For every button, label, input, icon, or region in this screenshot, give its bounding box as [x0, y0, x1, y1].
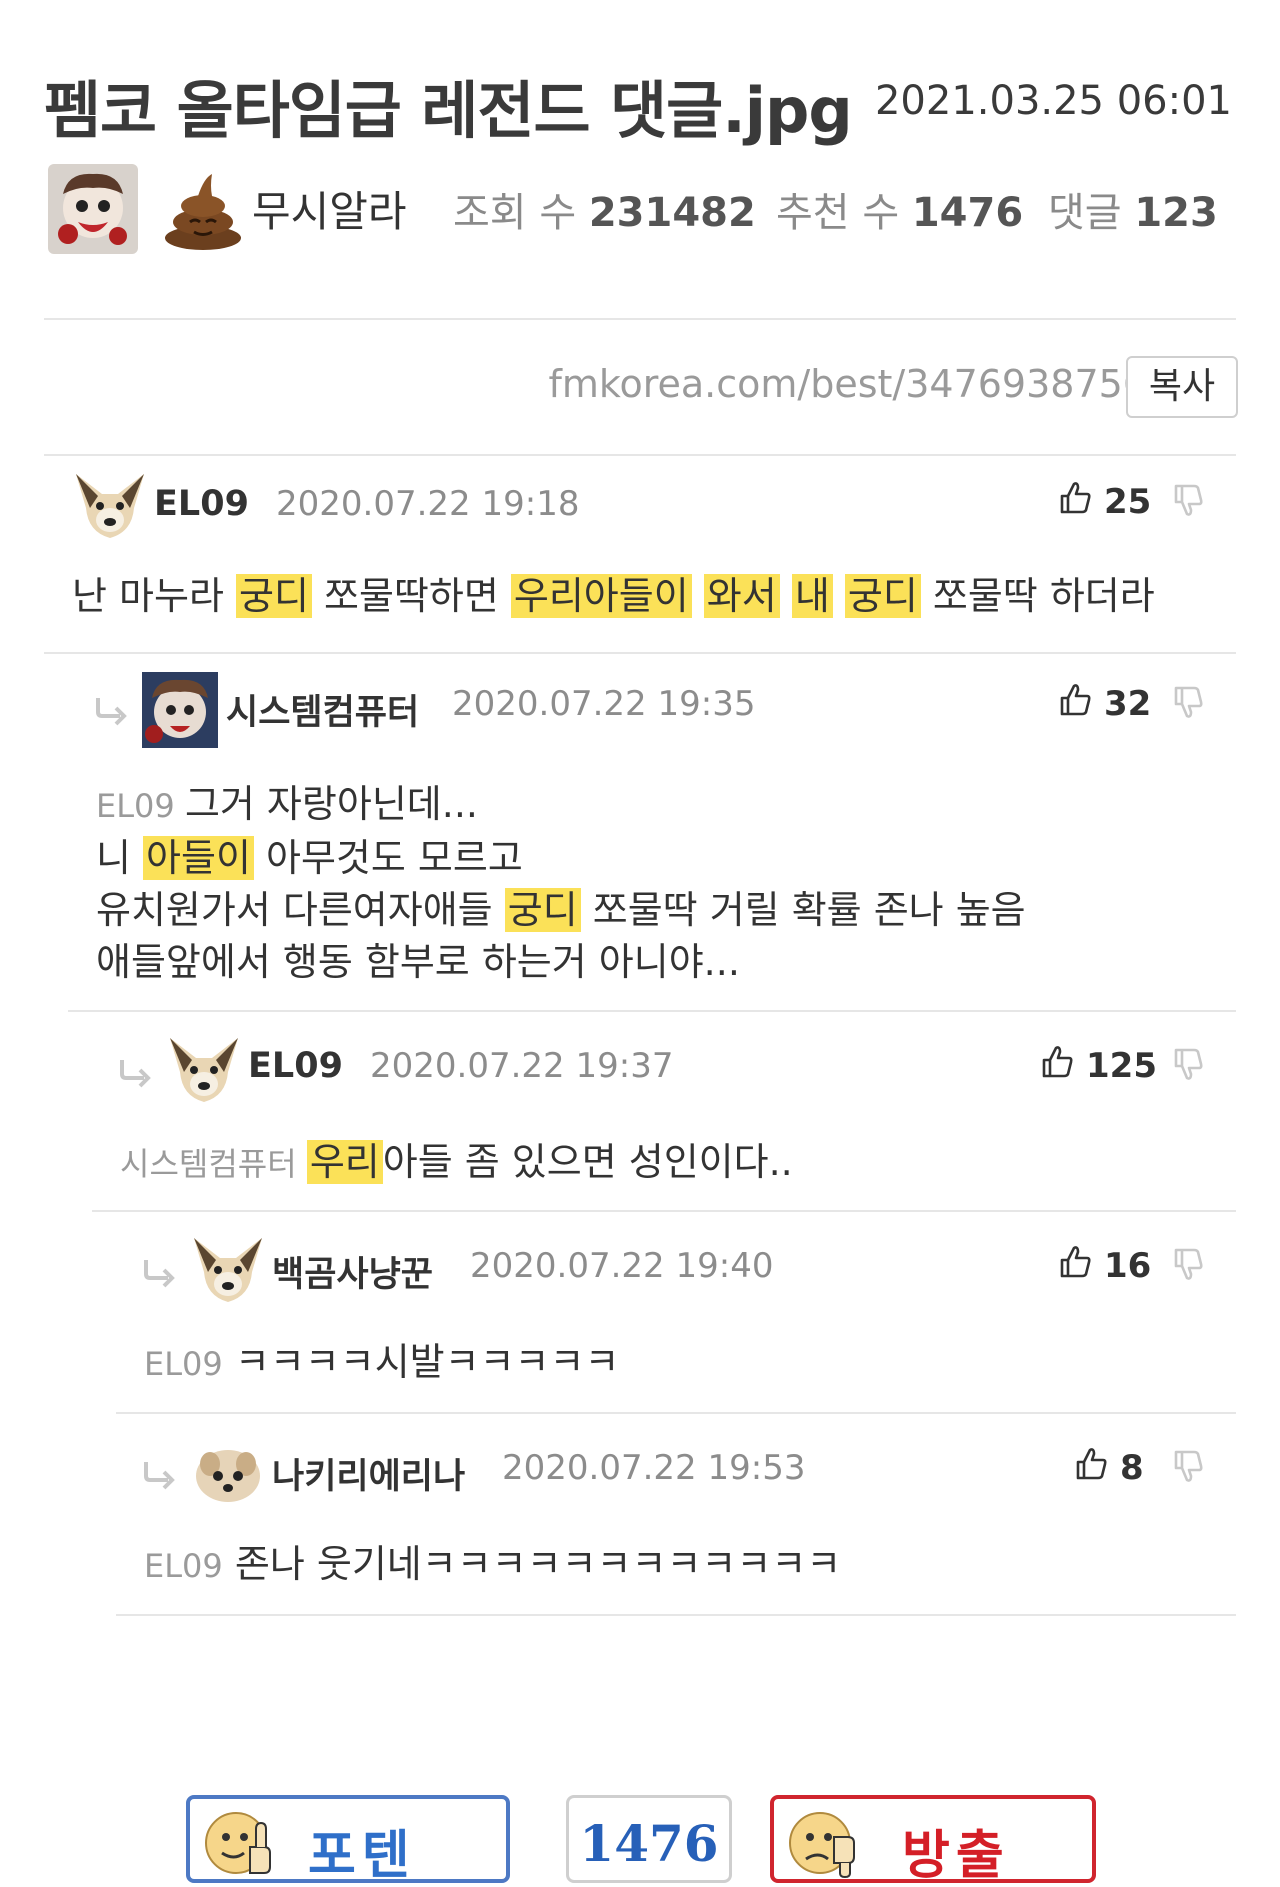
reply-arrow-icon [144, 1260, 175, 1288]
mention[interactable]: EL09 [96, 787, 185, 825]
thumb-down-icon[interactable] [1172, 1246, 1204, 1282]
upvote-poten-button[interactable]: 포텐 [186, 1795, 510, 1886]
comment-text: 난 마누라 궁디 쪼물딱하면 우리아들이 와서 내 궁디 쪼물딱 하더라 [72, 570, 1155, 622]
avatar[interactable] [190, 1434, 266, 1510]
comment-date: 2020.07.22 19:40 [470, 1246, 774, 1286]
post-url[interactable]: fmkorea.com/best/3476938756 [548, 362, 1147, 406]
recommend-count: 추천 수 1476 [776, 190, 1024, 236]
comment-reply: 백곰사냥꾼 2020.07.22 19:40 16 EL09 ㅋㅋㅋㅋ시발ㅋㅋㅋ… [0, 1212, 1280, 1412]
comment-text: EL09 존나 웃기네ㅋㅋㅋㅋㅋㅋㅋㅋㅋㅋㅋㅋ [144, 1542, 842, 1586]
thumb-up-icon[interactable] [1074, 1446, 1108, 1482]
comment-date: 2020.07.22 19:35 [452, 684, 756, 724]
divider [44, 318, 1236, 320]
like-count: 25 [1104, 482, 1152, 522]
highlighted-keyword: 와서 [703, 574, 780, 618]
thumb-down-icon[interactable] [1172, 1448, 1204, 1484]
comment-reply: EL09 2020.07.22 19:37 125 시스템컴퓨터 우리아들 좀 … [0, 1012, 1280, 1210]
hand-thumb-face-icon [789, 1812, 855, 1879]
text-fragment: 그거 자랑아닌데... [184, 782, 478, 826]
highlighted-keyword: 우리 [306, 1140, 383, 1184]
text-fragment: 아무것도 모르고 [253, 836, 523, 880]
thumb-up-icon[interactable] [1058, 480, 1092, 516]
comment-date: 2020.07.22 19:37 [370, 1046, 674, 1086]
divider [116, 1614, 1236, 1616]
highlighted-keyword: 궁디 [844, 574, 921, 618]
comment-author[interactable]: 시스템컴퓨터 [226, 684, 419, 735]
text-fragment [692, 574, 704, 618]
highlighted-keyword: 내 [791, 574, 833, 618]
post-meta: 무시알라 조회 수 231482 추천 수 1476 댓글 123 [48, 160, 1238, 254]
highlighted-keyword: 우리아들이 [510, 574, 692, 618]
thumb-down-icon[interactable] [1172, 1046, 1204, 1082]
comment: EL09 2020.07.22 19:18 25 난 마누라 궁디 쪼물딱하면 … [0, 456, 1280, 652]
comment-count: 댓글 123 [1048, 190, 1218, 236]
author-avatar[interactable] [48, 164, 138, 254]
comment-text: EL09 ㅋㅋㅋㅋ시발ㅋㅋㅋㅋㅋ [144, 1340, 620, 1384]
copy-url-button[interactable]: 복사 [1126, 356, 1238, 418]
author-name[interactable]: 무시알라 [252, 178, 407, 239]
thumb-up-icon[interactable] [1040, 1044, 1074, 1080]
highlighted-keyword: 아들이 [143, 836, 254, 880]
comment-author[interactable]: 나키리에리나 [272, 1448, 465, 1499]
bang-label: 방출 [902, 1826, 1010, 1886]
comment-text: 시스템컴퓨터 우리아들 좀 있으면 성인이다.. [120, 1136, 793, 1190]
text-fragment: 아들 좀 있으면 성인이다.. [382, 1140, 793, 1184]
text-fragment [780, 574, 792, 618]
poten-label: 포텐 [308, 1826, 416, 1886]
text-fragment: 유치원가서 다른여자애들 [96, 888, 505, 932]
like-count: 8 [1120, 1448, 1144, 1488]
comment-author[interactable]: EL09 [248, 1046, 343, 1086]
text-fragment: 니 [96, 836, 144, 880]
vote-count-box: 1476 [566, 1795, 732, 1883]
view-count: 조회 수 231482 [453, 190, 756, 236]
comment-text: EL09 그거 자랑아닌데... 니 아들이 아무것도 모르고 유치원가서 다른여자… [96, 778, 1026, 988]
comment-reply: 시스템컴퓨터 2020.07.22 19:35 32 EL09 그거 자랑아닌데… [0, 654, 1280, 1010]
vote-count: 1476 [579, 1814, 719, 1873]
like-count: 125 [1086, 1046, 1157, 1086]
comment-date: 2020.07.22 19:18 [276, 484, 580, 524]
thumb-down-icon[interactable] [1172, 684, 1204, 720]
text-fragment: 애들앞에서 행동 함부로 하는거 아니야... [96, 940, 740, 984]
text-fragment: 난 마누라 [72, 574, 236, 618]
comment-line: 애들앞에서 행동 함부로 하는거 아니야... [96, 936, 1026, 988]
poo-icon [160, 166, 246, 252]
comment-line: EL09 그거 자랑아닌데... [96, 778, 1026, 832]
text-fragment: 쪼물딱 거릴 확률 존나 높음 [580, 888, 1026, 932]
avatar[interactable] [72, 468, 148, 544]
comment-line: 니 아들이 아무것도 모르고 [96, 832, 1026, 884]
highlighted-keyword: 궁디 [236, 574, 312, 618]
downvote-bang-button[interactable]: 방출 [770, 1795, 1096, 1886]
thumb-up-icon[interactable] [1058, 1244, 1092, 1280]
mention[interactable]: 시스템컴퓨터 [120, 1145, 307, 1183]
hand-thumb-face-icon [205, 1812, 271, 1874]
text-fragment [833, 574, 845, 618]
text-fragment: 쪼물딱 하더라 [920, 574, 1155, 618]
comment-author[interactable]: 백곰사냥꾼 [272, 1246, 433, 1297]
avatar[interactable] [166, 1032, 242, 1108]
comment-line: 유치원가서 다른여자애들 궁디 쪼물딱 거릴 확률 존나 높음 [96, 884, 1026, 936]
highlighted-keyword: 궁디 [504, 888, 581, 932]
post-title: 펨코 올타임급 레전드 댓글.jpg [44, 74, 853, 147]
thumb-up-icon[interactable] [1058, 682, 1092, 718]
comment-reply: 나키리에리나 2020.07.22 19:53 8 EL09 존나 웃기네ㅋㅋㅋ… [0, 1414, 1280, 1614]
comment-author[interactable]: EL09 [154, 484, 249, 524]
post-date: 2021.03.25 06:01 [874, 78, 1232, 124]
comment-date: 2020.07.22 19:53 [502, 1448, 806, 1488]
like-count: 16 [1104, 1246, 1152, 1286]
reply-arrow-icon [144, 1462, 175, 1490]
avatar[interactable] [142, 672, 218, 748]
avatar[interactable] [190, 1232, 266, 1308]
text-fragment: 쪼물딱하면 [311, 574, 511, 618]
reply-arrow-icon [96, 698, 127, 726]
thumb-down-icon[interactable] [1172, 482, 1204, 518]
like-count: 32 [1104, 684, 1152, 724]
reply-arrow-icon [120, 1060, 151, 1088]
